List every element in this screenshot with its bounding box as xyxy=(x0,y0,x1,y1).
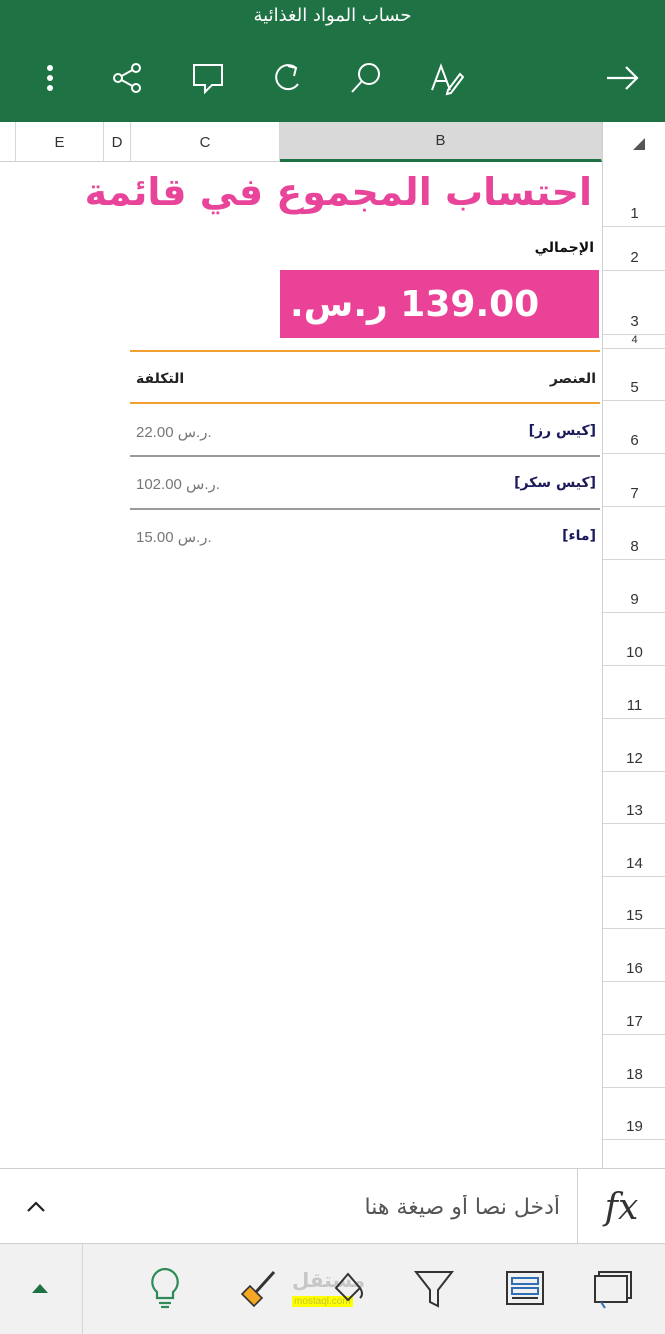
formula-bar: fx xyxy=(0,1168,665,1245)
item-cost-cell[interactable]: 22.00 ر.س. xyxy=(136,423,212,441)
column-header-e[interactable]: E xyxy=(16,122,104,162)
column-headers: E D C B xyxy=(0,122,665,162)
expand-formula-button[interactable] xyxy=(12,1187,60,1227)
item-name-cell[interactable]: [كيس سكر] xyxy=(514,475,596,491)
row-header[interactable]: 3 xyxy=(603,271,665,335)
row-header[interactable]: 15 xyxy=(603,877,665,929)
row-header[interactable]: 12 xyxy=(603,719,665,772)
column-header-c[interactable]: C xyxy=(131,122,280,162)
row-header[interactable]: 17 xyxy=(603,982,665,1035)
edit-text-icon xyxy=(431,63,464,96)
row-header[interactable]: 14 xyxy=(603,824,665,877)
filter-icon xyxy=(413,1271,455,1308)
row-header[interactable]: 6 xyxy=(603,401,665,454)
document-title: حساب المواد الغذائية xyxy=(253,5,412,26)
forward-button[interactable] xyxy=(596,52,648,104)
redo-button[interactable] xyxy=(262,52,314,104)
share-icon xyxy=(113,63,141,93)
item-cost-cell[interactable]: 15.00 ر.س. xyxy=(136,528,212,546)
row-header[interactable]: 7 xyxy=(603,454,665,507)
expand-ribbon-button[interactable] xyxy=(12,1262,68,1314)
total-label[interactable]: الإجمالي xyxy=(535,240,594,256)
row-header[interactable]: 4 xyxy=(603,335,665,349)
table-header-rule xyxy=(130,402,600,404)
table-header-item[interactable]: العنصر xyxy=(550,371,596,387)
total-value: 139.00 ر.س. xyxy=(290,284,540,325)
row-header[interactable]: 13 xyxy=(603,772,665,824)
sheet-grid[interactable]: احتساب المجموع في قائمة الإجمالي 139.00 … xyxy=(0,162,602,1168)
toolbar-divider xyxy=(82,1244,83,1334)
comment-box-icon xyxy=(594,1271,632,1309)
row-header[interactable]: 10 xyxy=(603,613,665,666)
share-button[interactable] xyxy=(102,52,154,104)
column-header-partial[interactable] xyxy=(0,122,16,162)
table-top-rule xyxy=(130,350,600,352)
row-divider xyxy=(130,455,600,457)
column-header-b[interactable]: B xyxy=(280,122,602,162)
row-header[interactable]: 5 xyxy=(603,349,665,401)
freeze-panes-button[interactable] xyxy=(497,1262,553,1314)
more-vertical-icon xyxy=(47,65,53,91)
total-cell[interactable]: 139.00 ر.س. xyxy=(280,270,599,338)
row-headers: 1 2 3 4 5 6 7 8 9 10 11 12 13 14 15 16 1… xyxy=(602,162,665,1168)
show-comments-button[interactable] xyxy=(585,1262,641,1314)
table-header-cost[interactable]: التكلفة xyxy=(136,371,184,387)
row-header[interactable]: 1 xyxy=(603,162,665,227)
item-name-cell[interactable]: [ماء] xyxy=(562,528,596,544)
item-cost-cell[interactable]: 102.00 ر.س. xyxy=(136,475,220,493)
formula-input[interactable] xyxy=(70,1183,560,1231)
paintbrush-icon xyxy=(240,1270,276,1308)
comment-icon xyxy=(193,64,223,95)
row-header[interactable]: 16 xyxy=(603,929,665,982)
fill-color-button[interactable] xyxy=(320,1262,376,1314)
fill-bucket-icon xyxy=(334,1272,363,1302)
row-divider xyxy=(130,508,600,510)
item-name-cell[interactable]: [كيس رز] xyxy=(529,423,596,439)
select-all-corner[interactable] xyxy=(602,122,665,162)
search-button[interactable] xyxy=(340,52,392,104)
row-header[interactable]: 18 xyxy=(603,1035,665,1088)
row-header[interactable]: 19 xyxy=(603,1088,665,1140)
edit-text-button[interactable] xyxy=(420,52,472,104)
insert-function-button[interactable]: fx xyxy=(577,1169,665,1245)
ideas-button[interactable] xyxy=(137,1262,193,1314)
row-header[interactable]: 2 xyxy=(603,227,665,271)
select-all-icon xyxy=(633,138,645,150)
column-header-d[interactable]: D xyxy=(104,122,131,162)
table-rows-icon xyxy=(506,1271,544,1305)
chevron-up-icon xyxy=(27,1201,45,1212)
row-header[interactable]: 8 xyxy=(603,507,665,560)
row-header[interactable]: 11 xyxy=(603,666,665,719)
sheet-title[interactable]: احتساب المجموع في قائمة xyxy=(85,170,592,214)
lightbulb-icon xyxy=(151,1267,179,1309)
bottom-toolbar: مستقل mostaql.com xyxy=(0,1244,665,1334)
triangle-up-icon xyxy=(32,1284,48,1293)
comment-button[interactable] xyxy=(182,52,234,104)
row-header[interactable]: 9 xyxy=(603,560,665,613)
arrow-forward-icon xyxy=(607,66,639,90)
search-icon xyxy=(351,63,380,93)
filter-button[interactable] xyxy=(406,1262,462,1314)
format-painter-button[interactable] xyxy=(230,1262,286,1314)
app-header: حساب المواد الغذائية xyxy=(0,0,665,122)
more-options-button[interactable] xyxy=(24,52,76,104)
redo-icon xyxy=(275,64,299,91)
